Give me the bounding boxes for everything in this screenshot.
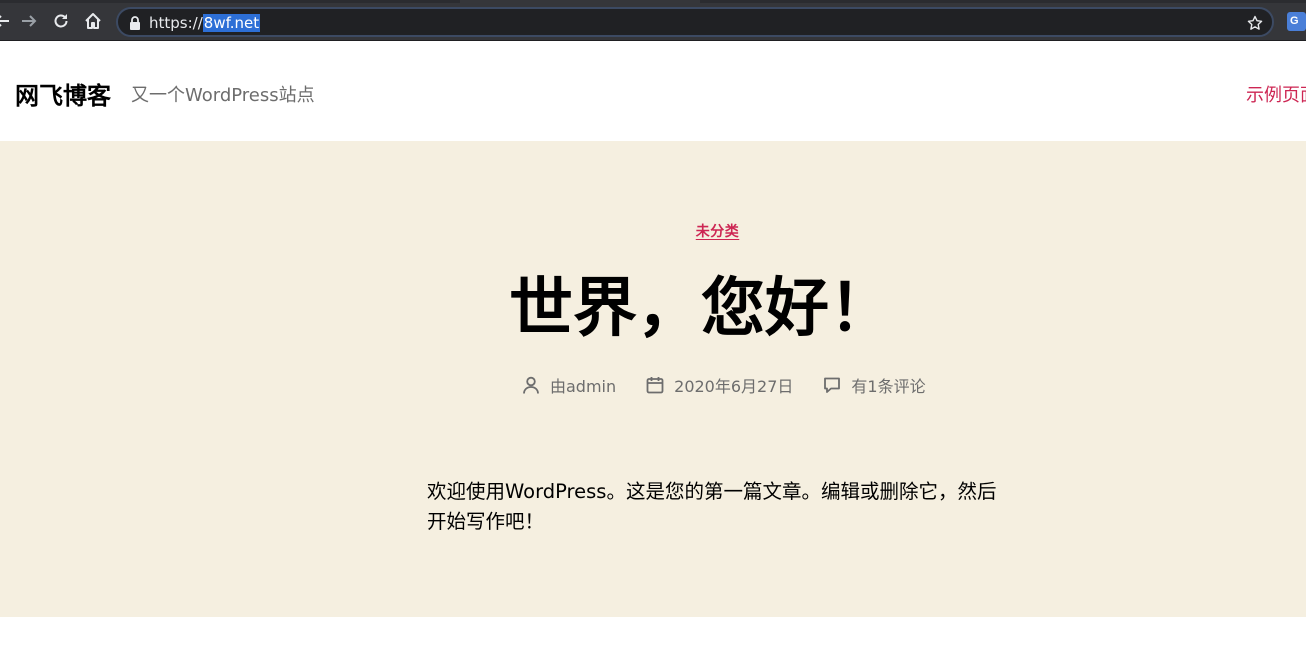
entry-title: 世界，您好！ (509, 272, 893, 346)
category-link[interactable]: 未分类 (0, 221, 1306, 241)
entry-content: 欢迎使用WordPress。这是您的第一篇文章。编辑或删除它，然后开始写作吧！ (427, 477, 1007, 537)
site-title[interactable]: 网飞博客 (15, 76, 111, 111)
url-scheme: https:// (149, 14, 203, 32)
url-text[interactable]: https://8wf.net (149, 13, 261, 33)
home-icon[interactable] (81, 9, 105, 33)
site-description: 又一个WordPress站点 (131, 85, 315, 106)
post-date: 2020年6月27日 (644, 373, 793, 397)
user-icon (520, 374, 542, 396)
reload-icon[interactable] (49, 9, 73, 33)
post-comments: 有1条评论 (821, 373, 926, 397)
tab-strip-edge (0, 0, 460, 3)
author-link[interactable]: 由admin (550, 373, 616, 397)
back-arrow-icon[interactable] (0, 9, 14, 33)
menu-item-sample-page[interactable]: 示例页面 (1246, 81, 1306, 107)
address-bar[interactable]: https://8wf.net (116, 7, 1274, 37)
tab-strip-edge (700, 0, 1306, 3)
entry-paragraph: 欢迎使用WordPress。这是您的第一篇文章。编辑或删除它，然后开始写作吧！ (427, 480, 997, 533)
site-header: 网飞博客 又一个WordPress站点 示例页面 (0, 41, 1306, 141)
comment-icon (821, 374, 843, 396)
entry-hero: 未分类 世界，您好！ 由admin 2020年6月27日 有1条评论 欢迎使用W… (0, 141, 1306, 617)
date-link[interactable]: 2020年6月27日 (674, 373, 793, 397)
comments-link[interactable]: 有1条评论 (851, 373, 925, 397)
translate-extension-icon[interactable]: G (1287, 12, 1306, 31)
post-author: 由admin (520, 373, 616, 397)
forward-arrow-icon[interactable] (17, 9, 41, 33)
star-icon[interactable] (1246, 14, 1264, 32)
lock-icon (128, 15, 142, 31)
url-host-selected: 8wf.net (202, 14, 261, 32)
post-meta: 由admin 2020年6月27日 有1条评论 (520, 373, 954, 397)
calendar-icon (644, 374, 666, 396)
category-label[interactable]: 未分类 (696, 224, 740, 240)
browser-toolbar: https://8wf.net G (0, 0, 1306, 41)
